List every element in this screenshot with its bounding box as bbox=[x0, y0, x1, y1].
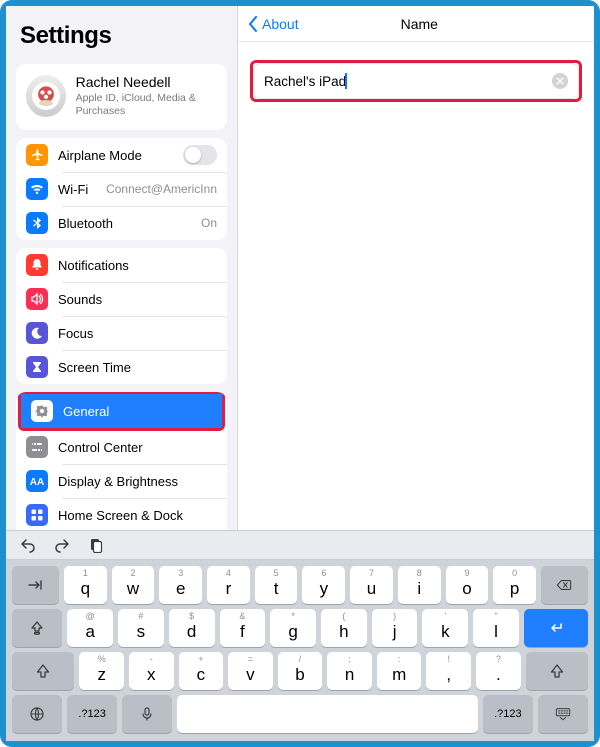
sidebar-item-label: Airplane Mode bbox=[58, 148, 173, 163]
key-r[interactable]: 4r bbox=[207, 566, 250, 604]
space-key[interactable] bbox=[177, 695, 478, 733]
sidebar-item-trail: Connect@AmericInn bbox=[106, 182, 217, 196]
sidebar-item-label: Home Screen & Dock bbox=[58, 508, 217, 523]
aa-icon: AA bbox=[26, 470, 48, 492]
speaker-icon bbox=[26, 288, 48, 310]
sidebar-item-label: Sounds bbox=[58, 292, 217, 307]
key-z[interactable]: %z bbox=[79, 652, 124, 690]
sliders-icon bbox=[26, 436, 48, 458]
numbers-key-left[interactable]: .?123 bbox=[67, 695, 117, 733]
key-h[interactable]: (h bbox=[321, 609, 367, 647]
backspace-key[interactable] bbox=[541, 566, 588, 604]
onscreen-keyboard: 1q2w3e4r5t6y7u8i9o0p @a#s$d&f*g(h)j'k"l … bbox=[6, 530, 594, 741]
sidebar-item-display-brightness[interactable]: AA Display & Brightness bbox=[16, 464, 227, 498]
moon-icon bbox=[26, 322, 48, 344]
sidebar-item-general[interactable]: General bbox=[21, 394, 222, 428]
wifi-icon bbox=[26, 178, 48, 200]
key-n[interactable]: ;n bbox=[327, 652, 372, 690]
key-i[interactable]: 8i bbox=[398, 566, 441, 604]
bell-icon bbox=[26, 254, 48, 276]
key-,[interactable]: !, bbox=[426, 652, 471, 690]
dictation-key[interactable] bbox=[122, 695, 172, 733]
key-e[interactable]: 3e bbox=[159, 566, 202, 604]
sidebar-item-trail: On bbox=[201, 216, 217, 230]
sidebar-item-sounds[interactable]: Sounds bbox=[16, 282, 227, 316]
key-q[interactable]: 1q bbox=[64, 566, 107, 604]
return-key[interactable] bbox=[524, 609, 588, 647]
undo-icon[interactable] bbox=[20, 537, 36, 553]
sidebar-item-notifications[interactable]: Notifications bbox=[16, 248, 227, 282]
text-cursor bbox=[345, 73, 347, 89]
key-c[interactable]: +c bbox=[179, 652, 224, 690]
sidebar-item-label: Bluetooth bbox=[58, 216, 191, 231]
sidebar-item-label: Display & Brightness bbox=[58, 474, 217, 489]
detail-pane: About Name Rachel's iPad bbox=[238, 6, 594, 536]
sidebar-item-label: Focus bbox=[58, 326, 217, 341]
airplane-icon bbox=[26, 144, 48, 166]
key-f[interactable]: &f bbox=[220, 609, 266, 647]
settings-group-notifications: Notifications Sounds Focus Screen Time bbox=[16, 248, 227, 384]
clipboard-icon[interactable] bbox=[88, 537, 104, 553]
profile-sub: Apple ID, iCloud, Media & Purchases bbox=[76, 92, 217, 118]
sidebar-item-control-center[interactable]: Control Center bbox=[16, 430, 227, 464]
grid-icon bbox=[26, 504, 48, 526]
hourglass-icon bbox=[26, 356, 48, 378]
settings-title: Settings bbox=[6, 6, 237, 56]
gear-icon bbox=[31, 400, 53, 422]
avatar bbox=[26, 75, 66, 117]
numbers-key-right[interactable]: .?123 bbox=[483, 695, 533, 733]
sidebar-item-label: Control Center bbox=[58, 440, 217, 455]
key-a[interactable]: @a bbox=[67, 609, 113, 647]
key-p[interactable]: 0p bbox=[493, 566, 536, 604]
key-.[interactable]: ?. bbox=[476, 652, 521, 690]
key-x[interactable]: -x bbox=[129, 652, 174, 690]
key-d[interactable]: $d bbox=[169, 609, 215, 647]
key-u[interactable]: 7u bbox=[350, 566, 393, 604]
key-m[interactable]: :m bbox=[377, 652, 422, 690]
sidebar-item-airplane-mode[interactable]: Airplane Mode bbox=[16, 138, 227, 172]
sidebar-item-label: Screen Time bbox=[58, 360, 217, 375]
redo-icon[interactable] bbox=[54, 537, 70, 553]
keyboard-toolbar bbox=[6, 530, 594, 560]
sidebar-item-home-screen-dock[interactable]: Home Screen & Dock bbox=[16, 498, 227, 532]
key-b[interactable]: /b bbox=[278, 652, 323, 690]
dismiss-keyboard-key[interactable] bbox=[538, 695, 588, 733]
key-g[interactable]: *g bbox=[270, 609, 316, 647]
shift-key-right[interactable] bbox=[526, 652, 588, 690]
svg-text:AA: AA bbox=[30, 477, 44, 488]
key-l[interactable]: "l bbox=[473, 609, 519, 647]
sidebar-item-focus[interactable]: Focus bbox=[16, 316, 227, 350]
shift-key[interactable] bbox=[12, 652, 74, 690]
key-j[interactable]: )j bbox=[372, 609, 418, 647]
device-name-field[interactable]: Rachel's iPad bbox=[253, 63, 579, 99]
clear-button[interactable] bbox=[552, 73, 568, 89]
settings-group-connectivity: Airplane Mode Wi-Fi Connect@AmericInn Bluet… bbox=[16, 138, 227, 240]
profile-card[interactable]: Rachel Needell Apple ID, iCloud, Media &… bbox=[16, 64, 227, 130]
toggle-switch[interactable] bbox=[183, 145, 217, 165]
settings-group-general: General Control Center AA Display & Brightn… bbox=[16, 392, 227, 536]
key-w[interactable]: 2w bbox=[112, 566, 155, 604]
key-y[interactable]: 6y bbox=[302, 566, 345, 604]
profile-name: Rachel Needell bbox=[76, 74, 217, 90]
device-name-value: Rachel's iPad bbox=[264, 74, 346, 89]
key-s[interactable]: #s bbox=[118, 609, 164, 647]
sidebar-item-label: Wi-Fi bbox=[58, 182, 96, 197]
globe-key[interactable] bbox=[12, 695, 62, 733]
tab-key[interactable] bbox=[12, 566, 59, 604]
sidebar-item-wi-fi[interactable]: Wi-Fi Connect@AmericInn bbox=[16, 172, 227, 206]
settings-sidebar: Settings Rachel Needell Apple ID, iCloud… bbox=[6, 6, 238, 536]
bluetooth-icon bbox=[26, 212, 48, 234]
sidebar-item-bluetooth[interactable]: Bluetooth On bbox=[16, 206, 227, 240]
name-field-highlight: Rachel's iPad bbox=[250, 60, 582, 102]
key-t[interactable]: 5t bbox=[255, 566, 298, 604]
key-o[interactable]: 9o bbox=[446, 566, 489, 604]
sidebar-item-label: General bbox=[63, 404, 212, 419]
sidebar-item-screen-time[interactable]: Screen Time bbox=[16, 350, 227, 384]
caps-key[interactable] bbox=[12, 609, 62, 647]
key-v[interactable]: =v bbox=[228, 652, 273, 690]
page-title: Name bbox=[255, 16, 584, 32]
sidebar-item-label: Notifications bbox=[58, 258, 217, 273]
key-k[interactable]: 'k bbox=[422, 609, 468, 647]
nav-bar: About Name bbox=[238, 6, 594, 42]
